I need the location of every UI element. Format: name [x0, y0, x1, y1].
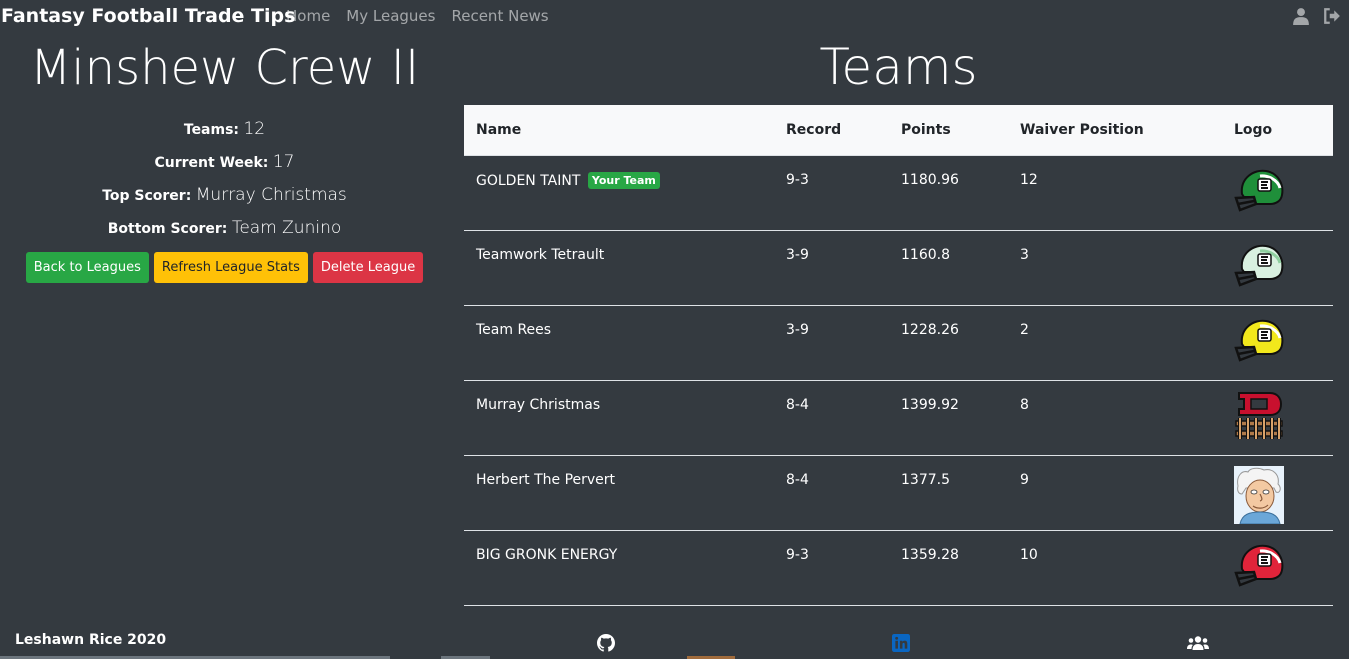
your-team-badge: Your Team	[587, 172, 660, 189]
back-to-leagues-button[interactable]: Back to Leagues	[25, 252, 149, 283]
league-info-panel: Minshew Crew II Teams: 12 Current Week: …	[0, 34, 449, 283]
users-icon[interactable]	[1187, 634, 1209, 652]
stat-top-scorer: Top Scorer: Murray Christmas	[0, 186, 449, 205]
nav-link-recent-news[interactable]: Recent News	[451, 7, 548, 25]
table-row: GOLDEN TAINT Your Team 9-3 1180.96 12	[464, 155, 1333, 231]
nav-link-home[interactable]: Home	[286, 7, 330, 25]
team-waiver: 9	[1008, 455, 1222, 531]
team-points: 1377.5	[889, 455, 1008, 531]
team-waiver: 10	[1008, 530, 1222, 606]
teams-title: Teams	[819, 38, 978, 96]
footer: Leshawn Rice 2020	[0, 628, 1349, 659]
header-name: Name	[476, 122, 522, 138]
team-waiver: 2	[1008, 305, 1222, 381]
team-points: 1180.96	[889, 155, 1008, 231]
table-row	[464, 605, 1333, 614]
team-logo-cell	[1222, 155, 1333, 231]
team-points: 1228.26	[889, 305, 1008, 381]
team-points: 1399.92	[889, 380, 1008, 456]
team-record: 9-3	[774, 530, 889, 606]
github-icon[interactable]	[597, 634, 615, 652]
stat-label: Top Scorer:	[102, 188, 192, 204]
table-row: Team Rees 3-9 1228.26 2	[464, 305, 1333, 381]
team-name: BIG GRONK ENERGY	[464, 530, 774, 606]
table-row: Murray Christmas 8-4 1399.92 8	[464, 380, 1333, 456]
stat-value: Team Zunino	[231, 218, 342, 238]
team-points: 1359.28	[889, 530, 1008, 606]
team-record: 9-3	[774, 155, 889, 231]
team-name: Teamwork Tetrault	[464, 230, 774, 306]
nav-links: Home My Leagues Recent News	[286, 7, 549, 25]
header-record: Record	[786, 122, 842, 138]
stat-label: Current Week:	[154, 155, 269, 171]
helmet-green-icon	[1234, 169, 1284, 212]
stat-value: Murray Christmas	[195, 185, 347, 205]
team-logo-cell	[1222, 530, 1333, 606]
nav-link-my-leagues[interactable]: My Leagues	[346, 7, 435, 25]
helmet-pale-green-icon	[1234, 244, 1284, 287]
team-record: 8-4	[774, 455, 889, 531]
user-icon[interactable]	[1292, 7, 1310, 25]
stat-teams: Teams: 12	[0, 120, 449, 139]
footer-credit: Leshawn Rice 2020	[15, 632, 167, 648]
old-man-avatar-icon	[1234, 466, 1284, 525]
stat-value: 17	[272, 152, 295, 172]
league-name: Minshew Crew II	[29, 40, 420, 96]
d-fence-logo-icon	[1235, 392, 1283, 439]
team-record: 3-9	[774, 230, 889, 306]
stat-label: Bottom Scorer:	[107, 221, 228, 237]
league-actions: Back to Leagues Refresh League Stats Del…	[0, 252, 449, 283]
table-row: BIG GRONK ENERGY 9-3 1359.28 10	[464, 530, 1333, 606]
delete-league-button[interactable]: Delete League	[312, 252, 424, 283]
table-row: Teamwork Tetrault 3-9 1160.8 3	[464, 230, 1333, 306]
team-name: Team Rees	[464, 305, 774, 381]
team-waiver: 12	[1008, 155, 1222, 231]
team-logo-cell	[1222, 305, 1333, 381]
header-logo: Logo	[1234, 122, 1273, 138]
brand-title[interactable]: Fantasy Football Trade Tips	[1, 5, 295, 27]
navbar: Fantasy Football Trade Tips Home My Leag…	[0, 0, 1349, 34]
refresh-league-stats-button[interactable]: Refresh League Stats	[153, 252, 308, 283]
team-logo-cell	[1222, 455, 1333, 531]
team-name: Murray Christmas	[464, 380, 774, 456]
teams-table: Name Record Points Waiver Position Logo …	[464, 105, 1333, 614]
table-header-row: Name Record Points Waiver Position Logo	[464, 105, 1333, 156]
linkedin-icon[interactable]	[892, 634, 910, 652]
team-waiver: 8	[1008, 380, 1222, 456]
team-name: Herbert The Pervert	[464, 455, 774, 531]
team-name-cell: GOLDEN TAINT Your Team	[464, 155, 774, 231]
helmet-red-icon	[1234, 544, 1284, 587]
team-points: 1160.8	[889, 230, 1008, 306]
stat-label: Teams:	[183, 122, 240, 138]
team-record: 8-4	[774, 380, 889, 456]
stat-current-week: Current Week: 17	[0, 153, 449, 172]
helmet-yellow-icon	[1234, 319, 1284, 362]
sign-out-icon[interactable]	[1323, 7, 1341, 25]
header-waiver-position: Waiver Position	[1020, 122, 1144, 138]
header-points: Points	[901, 122, 951, 138]
stat-value: 12	[243, 119, 266, 139]
team-logo-cell	[1222, 380, 1333, 456]
team-waiver: 3	[1008, 230, 1222, 306]
team-name: GOLDEN TAINT	[476, 173, 581, 189]
teams-table-container[interactable]: Name Record Points Waiver Position Logo …	[464, 105, 1333, 614]
table-row: Herbert The Pervert 8-4 1377.5 9	[464, 455, 1333, 531]
team-record: 3-9	[774, 305, 889, 381]
stat-bottom-scorer: Bottom Scorer: Team Zunino	[0, 219, 449, 238]
team-logo-cell	[1222, 230, 1333, 306]
